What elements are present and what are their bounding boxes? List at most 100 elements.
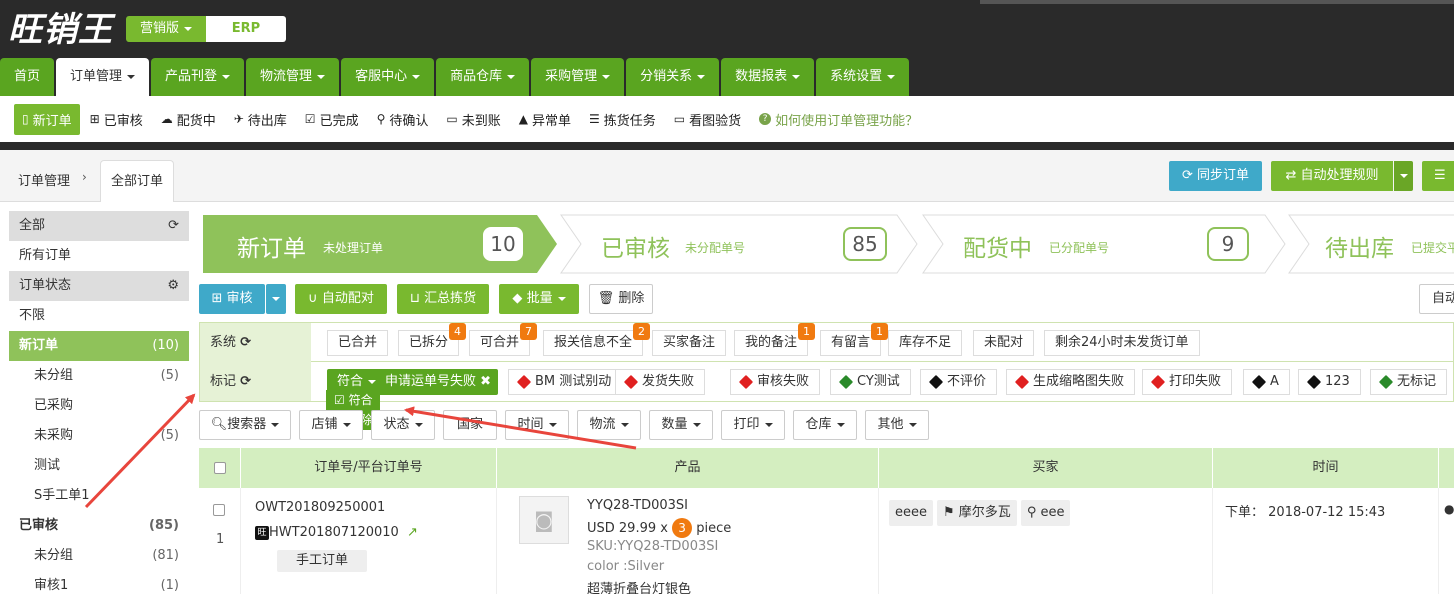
refresh-icon[interactable]: ⟳ bbox=[168, 211, 179, 241]
time-dropdown[interactable]: 时间 bbox=[505, 410, 569, 440]
sidebar-item[interactable]: 已审核 (85) bbox=[9, 511, 189, 541]
sync-orders-button[interactable]: ⟳ 同步订单 bbox=[1169, 161, 1262, 191]
sidebar-item-all-orders[interactable]: 所有订单 bbox=[9, 241, 189, 271]
nav-tab-6[interactable]: 采购管理 bbox=[531, 58, 625, 96]
external-link-icon[interactable]: ↗ bbox=[407, 525, 418, 540]
mark-filter-tag[interactable]: 生成缩略图失败 bbox=[1006, 369, 1136, 395]
country-dropdown[interactable]: 国家 bbox=[443, 410, 497, 440]
sidebar-item[interactable]: 不限 bbox=[9, 301, 189, 331]
select-all-checkbox[interactable] bbox=[213, 461, 226, 474]
auto-match-button[interactable]: ∪ 自动配对 bbox=[295, 284, 387, 314]
mark-filter-tag[interactable]: BM 测试别动 bbox=[508, 369, 623, 395]
sidebar-item[interactable]: 已采购 bbox=[9, 391, 189, 421]
step-pending-outbound[interactable]: 待出库 已提交平 bbox=[1289, 211, 1454, 277]
column-product[interactable]: 产品 bbox=[497, 448, 879, 488]
column-order-no[interactable]: 订单号/平台订单号 bbox=[241, 448, 497, 488]
sub-nav-item-3[interactable]: ✈ 待出库 bbox=[234, 110, 287, 129]
nav-tab-5[interactable]: 商品仓库 bbox=[436, 58, 530, 96]
row-checkbox[interactable] bbox=[213, 504, 225, 516]
system-filter-tag[interactable]: 已合并 bbox=[327, 330, 389, 356]
nav-tab-3[interactable]: 物流管理 bbox=[246, 58, 340, 96]
nav-tab-8[interactable]: 数据报表 bbox=[721, 58, 815, 96]
sub-nav-item-2[interactable]: ☁ 配货中 bbox=[161, 110, 216, 129]
mark-filter-tag[interactable]: 打印失败 bbox=[1142, 369, 1233, 395]
sidebar-item[interactable]: 新订单 (10) bbox=[9, 331, 189, 361]
review-dropdown[interactable] bbox=[266, 284, 286, 314]
sub-nav-item-0[interactable]: ▯ 新订单 bbox=[14, 103, 80, 135]
platform-order-number[interactable]: HWT201807120010 bbox=[269, 525, 399, 540]
other-dropdown[interactable]: 其他 bbox=[865, 410, 929, 440]
mark-filter-tag[interactable]: CY测试 bbox=[830, 369, 911, 395]
status-dropdown[interactable]: 状态 bbox=[371, 410, 435, 440]
print-dropdown[interactable]: 打印 bbox=[721, 410, 785, 440]
sidebar-item[interactable]: 审核1 (1) bbox=[9, 571, 189, 594]
menu-item-include[interactable]: ☑ 符合 bbox=[326, 390, 380, 410]
mark-filter-tag[interactable]: A bbox=[1243, 369, 1290, 395]
product-image-placeholder-icon[interactable]: ◙ bbox=[519, 496, 569, 544]
sub-nav-item-1[interactable]: ⊞ 已审核 bbox=[90, 110, 143, 129]
more-button[interactable]: ☰ bbox=[1422, 161, 1454, 191]
mark-filter-tag[interactable]: 审核失败 bbox=[730, 369, 821, 395]
app-logo[interactable]: 旺销王 bbox=[8, 2, 113, 51]
system-filter-tag[interactable]: 有留言 1 bbox=[820, 323, 889, 356]
nav-tab-2[interactable]: 产品刊登 bbox=[151, 58, 245, 96]
close-icon[interactable]: ✖ bbox=[480, 374, 491, 389]
shop-dropdown[interactable]: 店铺 bbox=[299, 410, 363, 440]
system-filter-tag[interactable]: 剩余24小时未发货订单 bbox=[1044, 330, 1200, 356]
sub-nav-item-6[interactable]: ▭ 未到账 bbox=[446, 110, 500, 129]
mark-filter-tag[interactable]: 不评价 bbox=[920, 369, 998, 395]
system-filter-tag[interactable]: 我的备注 1 bbox=[734, 323, 816, 356]
sidebar-status-header[interactable]: 订单状态 ⚙ bbox=[9, 271, 189, 301]
sub-nav-item-9[interactable]: ▭ 看图验货 bbox=[674, 110, 741, 129]
sidebar-item[interactable]: 未采购 (5) bbox=[9, 421, 189, 451]
quantity-dropdown[interactable]: 数量 bbox=[649, 410, 713, 440]
step-allocating[interactable]: 配货中 已分配单号 9 bbox=[923, 211, 1283, 277]
mark-selected-tag[interactable]: 申请运单号失败 ✖ bbox=[379, 369, 498, 395]
nav-tab-9[interactable]: 系统设置 bbox=[816, 58, 910, 96]
version-select[interactable]: 营销版 bbox=[126, 16, 206, 42]
sub-nav-item-8[interactable]: ☰ 拣货任务 bbox=[589, 110, 656, 129]
system-filter-tag[interactable]: 可合并 7 bbox=[469, 323, 538, 356]
nav-tab-4[interactable]: 客服中心 bbox=[341, 58, 435, 96]
nav-tab-0[interactable]: 首页 bbox=[0, 58, 55, 96]
help-link[interactable]: ? 如何使用订单管理功能？ bbox=[759, 110, 918, 129]
order-number[interactable]: OWT201809250001 bbox=[255, 500, 385, 515]
breadcrumb-root[interactable]: 订单管理 bbox=[18, 170, 70, 189]
sidebar-item[interactable]: S手工单1 bbox=[9, 481, 189, 511]
auto-right-button[interactable]: 自动 bbox=[1419, 284, 1454, 314]
mark-filter-tag[interactable]: 无标记 bbox=[1370, 369, 1448, 395]
system-filter-tag[interactable]: 库存不足 bbox=[888, 330, 963, 356]
mark-filter-tag[interactable]: 123 bbox=[1298, 369, 1361, 395]
sub-nav-item-4[interactable]: ☑ 已完成 bbox=[305, 110, 359, 129]
sitemap-icon[interactable]: ⚙ bbox=[167, 271, 179, 301]
auto-rules-dropdown[interactable] bbox=[1394, 161, 1413, 191]
table-row[interactable]: 1 OWT201809250001 旺 HWT201807120010 ↗ 手工订… bbox=[199, 488, 1454, 594]
system-filter-tag[interactable]: 买家备注 bbox=[652, 330, 727, 356]
buyer-name[interactable]: eeee bbox=[889, 500, 933, 526]
warehouse-dropdown[interactable]: 仓库 bbox=[793, 410, 857, 440]
batch-button[interactable]: ◆ 批量 bbox=[499, 284, 579, 314]
version-erp-tag[interactable]: ERP bbox=[206, 16, 286, 42]
tab-all-orders[interactable]: 全部订单 bbox=[100, 160, 174, 202]
system-filter-tag[interactable]: 已拆分 4 bbox=[398, 323, 467, 356]
summary-pick-button[interactable]: ⊔ 汇总拣货 bbox=[397, 284, 489, 314]
auto-rules-button[interactable]: ⇄ 自动处理规则 bbox=[1271, 161, 1393, 191]
mark-filter-tag[interactable]: 发货失败 bbox=[615, 369, 706, 395]
refresh-icon[interactable]: ⟳ bbox=[240, 335, 251, 350]
sub-nav-item-5[interactable]: ⚲ 待确认 bbox=[377, 110, 429, 129]
sidebar-all-header[interactable]: 全部 ⟳ bbox=[9, 211, 189, 241]
column-buyer[interactable]: 买家 bbox=[879, 448, 1213, 488]
system-filter-tag[interactable]: 报关信息不全 2 bbox=[543, 323, 651, 356]
searcher-dropdown[interactable]: 🔍︎搜索器 bbox=[199, 410, 291, 440]
system-filter-tag[interactable]: 未配对 bbox=[973, 330, 1035, 356]
sidebar-item[interactable]: 测试 bbox=[9, 451, 189, 481]
delete-button[interactable]: 🗑 删除 bbox=[589, 284, 653, 314]
sidebar-item[interactable]: 未分组 (81) bbox=[9, 541, 189, 571]
step-new-orders[interactable]: 新订单 未处理订单 10 bbox=[199, 211, 559, 277]
sub-nav-item-7[interactable]: ▲ 异常单 bbox=[519, 110, 571, 129]
sidebar-item[interactable]: 未分组 (5) bbox=[9, 361, 189, 391]
refresh-icon[interactable]: ⟳ bbox=[240, 374, 251, 389]
step-reviewed[interactable]: 已审核 未分配单号 85 bbox=[561, 211, 921, 277]
review-button[interactable]: ⊞ 审核 bbox=[199, 284, 265, 314]
nav-tab-7[interactable]: 分销关系 bbox=[626, 58, 720, 96]
